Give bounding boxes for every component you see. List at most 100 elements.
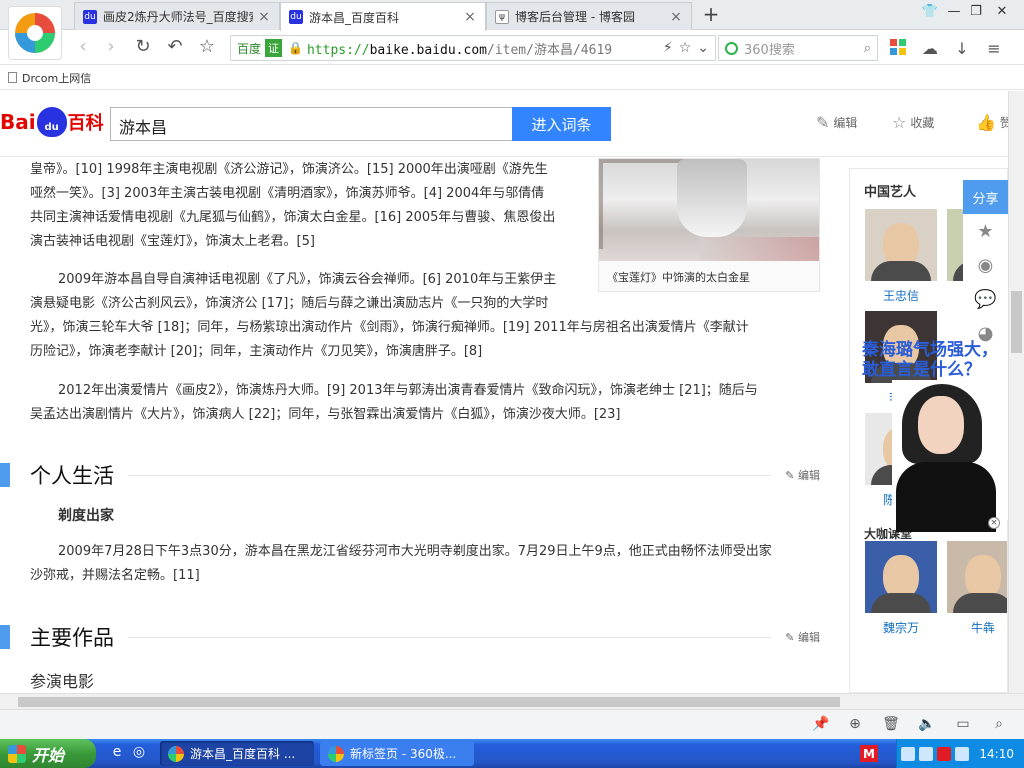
thumbs-up-icon: 👍 <box>976 113 996 132</box>
tab-cnblogs[interactable]: ψ 博客后台管理 - 博客园 × <box>486 2 692 30</box>
edit-button[interactable]: ✎ 编辑 <box>816 113 857 132</box>
ad-image[interactable] <box>892 380 1002 532</box>
close-window-icon[interactable]: ✕ <box>992 4 1012 19</box>
document-icon <box>8 72 17 83</box>
mcafee-icon[interactable]: M <box>860 745 878 762</box>
share-button[interactable]: 分享 <box>963 180 1008 214</box>
start-button[interactable]: 开始 <box>0 739 96 768</box>
refresh-icon[interactable]: ↻ <box>132 36 154 58</box>
subsection-movies: 参演电影 <box>30 672 95 691</box>
windows-flag-icon <box>8 744 26 763</box>
close-icon[interactable]: × <box>669 9 683 25</box>
navigation-bar: ‹ › ↻ ↶ ☆ 百度 证 🔒 https://baike.baidu.com… <box>0 31 1024 65</box>
artist-name[interactable]: 魏宗万 <box>864 619 938 636</box>
baidu-baike-logo[interactable]: Bai du 百科 <box>0 105 104 139</box>
weibo-icon[interactable]: ◉ <box>963 248 1008 282</box>
download-icon[interactable]: ↓ <box>952 39 972 59</box>
taskbar-item-newtab[interactable]: 新标签页 - 360极... <box>320 741 474 766</box>
cloud-icon[interactable]: ☁ <box>920 39 940 59</box>
scroll-thumb[interactable] <box>18 697 840 707</box>
antivirus-icon[interactable] <box>937 746 952 761</box>
artist-name[interactable]: 牛犇 <box>946 619 1007 636</box>
horizontal-scrollbar[interactable] <box>0 693 1024 709</box>
url-text[interactable]: https://baike.baidu.com/item/游本昌/4619 <box>307 39 663 58</box>
section-personal-life: 个人生活 ✎ 编辑 <box>0 460 820 490</box>
text-line: 演古装神话电视剧《宝莲灯》，饰演太上老君。[5] <box>30 234 315 249</box>
ad-title[interactable]: 秦海璐气场强大，敢直言是什么？ <box>862 340 1008 380</box>
new-tab-button[interactable]: + <box>700 4 722 26</box>
minimize-icon[interactable]: — <box>944 4 964 19</box>
360-browser-logo[interactable] <box>8 6 62 60</box>
favorite-button[interactable]: ☆ 收藏 <box>892 113 934 132</box>
magnifier-icon[interactable]: ⌕ <box>864 41 871 56</box>
figure-image[interactable] <box>599 159 819 261</box>
trash-icon[interactable]: 🗑 <box>882 716 900 734</box>
ie-icon[interactable]: e <box>108 744 126 762</box>
volume-icon[interactable]: 🔈 <box>918 716 936 734</box>
wechat-icon[interactable]: 💬 <box>963 282 1008 316</box>
section-marker <box>0 625 10 649</box>
system-tray: 14:10 <box>896 739 1024 768</box>
text-line: 2009年7月28日下午3点30分，游本昌在黑龙江省绥芬河市大光明寺剃度出家。7… <box>58 544 772 559</box>
pin-icon[interactable]: 📌 <box>812 716 830 734</box>
taskbar-item-baike[interactable]: 游本昌_百度百科 ... <box>160 741 314 766</box>
undo-icon[interactable]: ↶ <box>164 36 186 58</box>
menu-icon[interactable]: ≡ <box>984 39 1004 59</box>
address-bar[interactable]: 百度 证 🔒 https://baike.baidu.com/item/游本昌/… <box>230 35 716 61</box>
artist-photo[interactable] <box>865 541 937 613</box>
close-icon[interactable]: × <box>463 9 477 25</box>
tab-baike[interactable]: du 游本昌_百度百科 × <box>280 2 486 31</box>
360-search-icon <box>725 41 738 55</box>
pencil-icon: ✎ <box>816 113 830 132</box>
tab-title: 博客后台管理 - 博客园 <box>515 10 635 24</box>
section-title: 个人生活 <box>30 464 114 488</box>
lightning-icon[interactable]: ⚡ <box>663 40 673 56</box>
section-title: 主要作品 <box>30 626 114 650</box>
ad-close-icon[interactable]: × <box>988 517 1000 529</box>
qzone-icon[interactable]: ★ <box>963 214 1008 248</box>
tab-baidu-search[interactable]: du 画皮2炼丹大师法号_百度搜索 × <box>74 2 280 30</box>
enter-entry-button[interactable]: 进入词条 <box>512 107 611 141</box>
article-content: 《宝莲灯》中饰演的太白金星 皇帝》。[10] 1998年主演电视剧《济公游记》，… <box>0 158 1008 693</box>
section-edit-button[interactable]: ✎ 编辑 <box>785 629 820 645</box>
vertical-scrollbar[interactable] <box>1008 91 1024 693</box>
forward-icon[interactable]: › <box>100 36 122 58</box>
artist-photo[interactable] <box>947 541 1007 613</box>
lock-icon[interactable]: 🔒 <box>288 41 303 55</box>
scroll-thumb[interactable] <box>1011 291 1022 353</box>
close-icon[interactable]: × <box>257 9 271 25</box>
artist-name[interactable]: 王忠信 <box>864 287 938 304</box>
baidu-paw-icon: du <box>289 10 303 24</box>
network-icon[interactable] <box>901 746 916 761</box>
restore-icon[interactable]: ❐ <box>966 4 986 19</box>
star-outline-icon: ☆ <box>892 113 907 132</box>
clock[interactable]: 14:10 <box>979 747 1014 761</box>
chevron-down-icon[interactable]: ⌄ <box>697 40 709 56</box>
360-browser-icon <box>328 745 344 762</box>
favorite-star-icon[interactable]: ☆ <box>679 40 692 56</box>
bookmark-drcom[interactable]: Drcom上网信 <box>22 70 91 86</box>
window-icon[interactable]: ▭ <box>954 716 972 734</box>
baike-header: Bai du 百科 游本昌 进入词条 ✎ 编辑 ☆ 收藏 👍 赞 <box>0 91 1012 157</box>
like-button[interactable]: 👍 赞 <box>976 113 1012 132</box>
back-icon[interactable]: ‹ <box>72 36 94 58</box>
baike-search-input[interactable]: 游本昌 <box>110 107 512 141</box>
text-line: 历险记》，饰演老李献计 [20]；同年，主演动作片《刀见笑》，饰演唐胖子。[8] <box>30 344 483 359</box>
artist-card[interactable]: 魏宗万 <box>864 541 938 636</box>
speed-icon[interactable]: ⊕ <box>846 716 864 734</box>
artist-card[interactable]: 牛犇 <box>946 541 1007 636</box>
star-icon[interactable]: ☆ <box>196 36 218 58</box>
tab-title: 游本昌_百度百科 <box>309 10 400 25</box>
apps-grid-icon[interactable] <box>888 39 908 59</box>
section-edit-button[interactable]: ✎ 编辑 <box>785 467 820 483</box>
input-method-icon[interactable] <box>955 746 970 761</box>
security-icon[interactable] <box>919 746 934 761</box>
shirt-icon[interactable]: 👕 <box>920 4 940 19</box>
zoom-icon[interactable]: ⌕ <box>990 716 1008 734</box>
artist-photo[interactable] <box>865 209 937 281</box>
baidu-paw-icon: du <box>36 107 67 137</box>
artist-card[interactable]: 王忠信 <box>864 209 938 304</box>
quick-launch-icon[interactable]: ◎ <box>130 744 148 762</box>
floating-ad[interactable]: 秦海璐气场强大，敢直言是什么？ × <box>862 340 1008 535</box>
search-engine-box[interactable]: 360搜索 ⌕ <box>718 35 878 61</box>
